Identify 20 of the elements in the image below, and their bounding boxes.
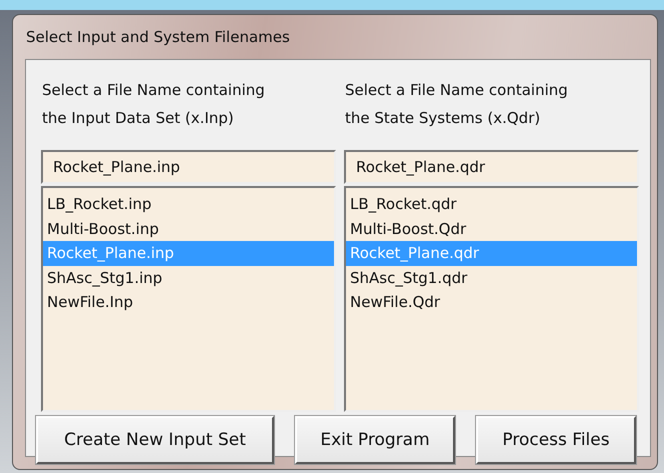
file-item[interactable]: LB_Rocket.qdr xyxy=(346,192,637,216)
file-list[interactable]: LB_Rocket.inp Multi-Boost.inp Rocket_Plane.inp ShAsc_Stg1.inp NewFile.Inp xyxy=(41,186,336,412)
column-label: Select a File Name containing xyxy=(345,80,569,101)
column-label: the Input Data Set (x.Inp) xyxy=(42,108,235,129)
dialog-button[interactable]: Create New Input Set xyxy=(36,416,274,464)
file-list[interactable]: LB_Rocket.qdr Multi-Boost.Qdr Rocket_Plane.qdr ShAsc_Stg1.qdr NewFile.Qdr xyxy=(344,186,639,412)
filename-field[interactable]: Rocket_Plane.inp xyxy=(41,150,336,184)
file-item[interactable]: NewFile.Inp xyxy=(43,290,334,314)
file-item[interactable]: NewFile.Qdr xyxy=(346,290,637,314)
filename-field[interactable]: Rocket_Plane.qdr xyxy=(344,150,639,184)
file-item[interactable]: ShAsc_Stg1.qdr xyxy=(346,266,637,290)
file-item[interactable]: Multi-Boost.inp xyxy=(43,216,334,241)
column-label: the State Systems (x.Qdr) xyxy=(345,108,542,129)
file-item[interactable]: ShAsc_Stg1.inp xyxy=(43,266,334,290)
window-title: Select Input and System Filenames xyxy=(25,27,291,48)
dialog-button[interactable]: Process Files xyxy=(476,416,636,464)
file-item[interactable]: LB_Rocket.inp xyxy=(43,192,334,216)
file-item[interactable]: Multi-Boost.Qdr xyxy=(346,216,637,241)
column-label: Select a File Name containing xyxy=(42,80,266,101)
dialog-button[interactable]: Exit Program xyxy=(295,416,455,464)
